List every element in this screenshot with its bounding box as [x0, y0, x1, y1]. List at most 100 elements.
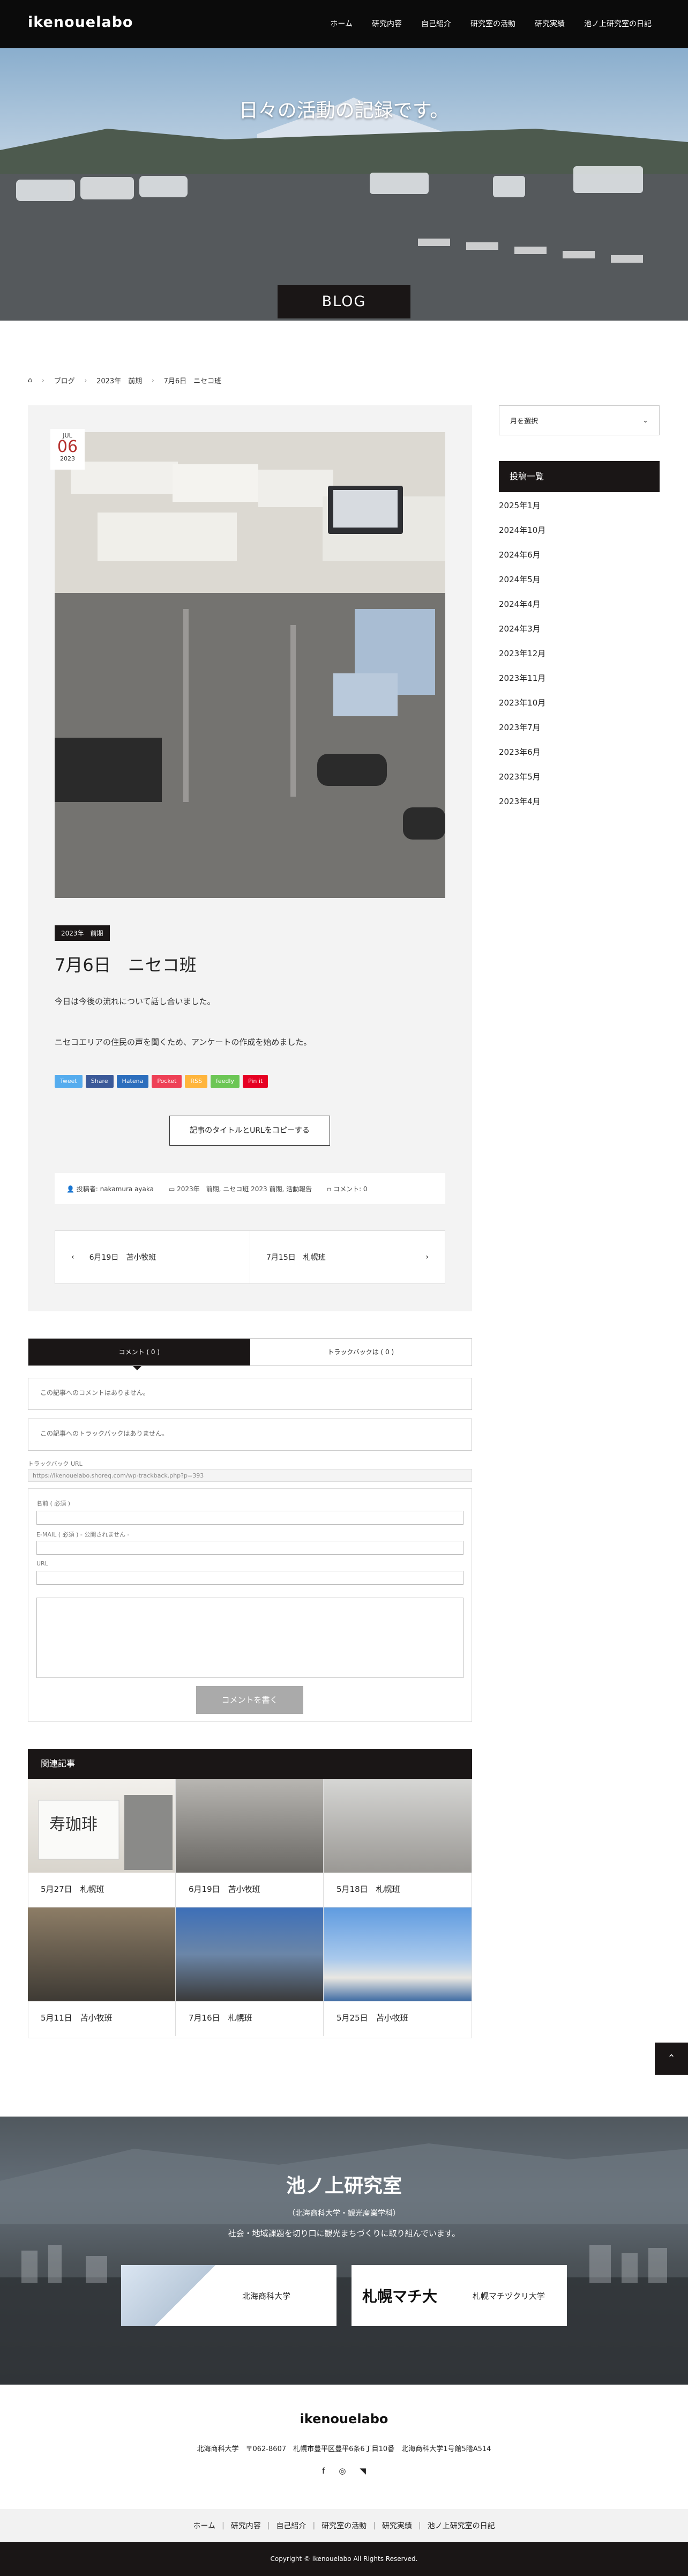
submit-comment-button[interactable]: コメントを書く — [196, 1686, 303, 1714]
divider: | — [418, 2521, 421, 2530]
post-author-text: 投稿者: nakamura ayaka — [76, 1185, 154, 1193]
site-logo[interactable]: ikenouelabo — [28, 14, 133, 31]
share-facebook-button[interactable]: Share — [85, 1075, 114, 1088]
name-input[interactable] — [36, 1511, 463, 1525]
divider: | — [373, 2521, 376, 2530]
chevron-right-icon: › — [152, 377, 154, 384]
related-title: 5月27日 札幌班 — [41, 1884, 104, 1894]
related-card[interactable]: 5月25日 苫小牧班 — [324, 1907, 472, 2036]
share-hatena-button[interactable]: Hatena — [116, 1075, 149, 1088]
post-title: 7月6日 ニセコ班 — [55, 955, 197, 975]
email-input[interactable] — [36, 1541, 463, 1555]
footer-nav-achievements[interactable]: 研究実績 — [382, 2520, 412, 2531]
archive-item[interactable]: 2023年4月 — [499, 796, 545, 820]
instagram-icon[interactable]: ◎ — [339, 2466, 346, 2476]
archive-heading: 投稿一覧 — [499, 461, 660, 492]
share-rss-button[interactable]: RSS — [185, 1075, 207, 1088]
trackback-url-label: トラックバック URL — [28, 1460, 83, 1467]
tab-comments[interactable]: コメント ( 0 ) — [28, 1339, 250, 1365]
post-category-tag[interactable]: 2023年 前期 — [55, 925, 110, 941]
share-pocket-button[interactable]: Pocket — [152, 1075, 182, 1088]
global-nav: ホーム 研究内容 自己紹介 研究室の活動 研究実績 池ノ上研究室の日記 — [330, 18, 652, 29]
archive-item[interactable]: 2023年6月 — [499, 746, 545, 771]
archive-item[interactable]: 2023年7月 — [499, 722, 545, 746]
url-input[interactable] — [36, 1571, 463, 1585]
tab-pointer — [133, 1366, 141, 1370]
post-categories-text[interactable]: 2023年 前期, ニセコ班 2023 前期, 活動報告 — [177, 1185, 312, 1193]
next-post-title: 7月15日 札幌班 — [266, 1253, 326, 1262]
hero-tagline: 日々の活動の記録です。 — [238, 100, 450, 122]
chevron-right-icon: › — [84, 377, 87, 384]
share-twitter-button[interactable]: Tweet — [55, 1075, 83, 1088]
footer-nav-research[interactable]: 研究内容 — [231, 2520, 261, 2531]
breadcrumb: ⌂ › ブログ › 2023年 前期 › 7月6日 ニセコ班 — [28, 375, 221, 385]
footer-nav-home[interactable]: ホーム — [193, 2520, 215, 2531]
chevron-right-icon: › — [425, 1253, 429, 1261]
folder-icon: ▭ — [168, 1185, 177, 1193]
post-date-year: 2023 — [60, 455, 75, 462]
related-card[interactable]: 7月16日 札幌班 — [176, 1907, 324, 2036]
related-title: 5月18日 札幌班 — [336, 1884, 400, 1894]
archive-item[interactable]: 2024年4月 — [499, 598, 545, 623]
archive-item[interactable]: 2023年10月 — [499, 697, 545, 722]
related-card[interactable]: 6月19日 苫小牧班 — [176, 1779, 324, 1907]
nav-research[interactable]: 研究内容 — [372, 18, 402, 29]
next-post-link[interactable]: 7月15日 札幌班 › — [250, 1231, 445, 1283]
lab-banner — [0, 2117, 688, 2385]
related-title: 6月19日 苫小牧班 — [189, 1884, 260, 1894]
archive-item[interactable]: 2024年10月 — [499, 524, 545, 549]
rss-icon[interactable]: ◥ — [360, 2466, 366, 2476]
no-comments-box: この記事へのコメントはありません。 — [28, 1378, 472, 1410]
machidai-logo-text: 札幌マチ大 — [362, 2288, 437, 2305]
related-card[interactable]: 5月11日 苫小牧班 — [28, 1907, 176, 2036]
footer-nav-diary[interactable]: 池ノ上研究室の日記 — [428, 2520, 495, 2531]
facebook-icon[interactable]: f — [322, 2466, 325, 2476]
archive-item[interactable]: 2024年6月 — [499, 549, 545, 574]
nav-profile[interactable]: 自己紹介 — [421, 18, 451, 29]
share-buttons: Tweet Share Hatena Pocket RSS feedly Pin… — [55, 1075, 268, 1088]
archive-item[interactable]: 2023年11月 — [499, 672, 545, 697]
related-heading: 関連記事 — [28, 1749, 472, 1779]
nav-home[interactable]: ホーム — [330, 18, 353, 29]
footer-nav-profile[interactable]: 自己紹介 — [276, 2520, 306, 2531]
comment-tabs: コメント ( 0 ) トラックバックは ( 0 ) — [28, 1338, 472, 1366]
breadcrumb-blog[interactable]: ブログ — [54, 375, 75, 385]
post-comment-count: ▫ コメント: 0 — [327, 1184, 367, 1193]
related-title: 7月16日 札幌班 — [189, 2013, 252, 2023]
archive-item[interactable]: 2024年3月 — [499, 623, 545, 648]
breadcrumb-category[interactable]: 2023年 前期 — [96, 375, 142, 385]
prev-post-link[interactable]: ‹ 6月19日 苫小牧班 — [55, 1231, 250, 1283]
archive-month-select[interactable]: 月を選択 ⌄ — [499, 405, 660, 435]
link-label: 北海商科大学 — [242, 2291, 291, 2301]
url-label: URL — [36, 1560, 48, 1567]
post-categories: ▭ 2023年 前期, ニセコ班 2023 前期, 活動報告 — [169, 1184, 312, 1193]
tab-trackbacks[interactable]: トラックバックは ( 0 ) — [250, 1339, 472, 1365]
trackback-url-field[interactable]: https://ikenouelabo.shoreq.com/wp-trackb… — [28, 1469, 472, 1482]
building-thumb — [121, 2265, 218, 2326]
share-feedly-button[interactable]: feedly — [211, 1075, 240, 1088]
footer-logo[interactable]: ikenouelabo — [0, 2411, 688, 2426]
nav-activities[interactable]: 研究室の活動 — [470, 18, 515, 29]
nav-achievements[interactable]: 研究実績 — [535, 18, 565, 29]
archive-item[interactable]: 2024年5月 — [499, 574, 545, 598]
related-card[interactable]: 寿珈琲 5月27日 札幌班 — [28, 1779, 176, 1907]
post-comment-count-text: コメント: 0 — [333, 1185, 368, 1193]
name-label: 名前 ( 必須 ) — [36, 1500, 71, 1507]
archive-item[interactable]: 2023年5月 — [499, 771, 545, 796]
footer-nav-activities[interactable]: 研究室の活動 — [321, 2520, 367, 2531]
related-card[interactable]: 5月18日 札幌班 — [324, 1779, 472, 1907]
divider: | — [267, 2521, 270, 2530]
comment-textarea[interactable] — [36, 1598, 463, 1678]
comment-icon: ▫ — [327, 1185, 334, 1193]
nav-diary[interactable]: 池ノ上研究室の日記 — [584, 18, 652, 29]
share-pinterest-button[interactable]: Pin it — [242, 1075, 268, 1088]
link-hokkai-shoka[interactable]: 北海商科大学 — [121, 2265, 336, 2326]
home-icon[interactable]: ⌂ — [28, 376, 32, 384]
archive-item[interactable]: 2023年12月 — [499, 648, 545, 672]
page-top-button[interactable]: ⌃ — [655, 2043, 688, 2075]
link-machizukuri[interactable]: 札幌マチ大 札幌マチヅクリ大学 — [352, 2265, 567, 2326]
archive-item[interactable]: 2025年1月 — [499, 500, 545, 524]
copyright: Copyright © ikenouelabo All Rights Reser… — [0, 2542, 688, 2576]
copy-title-url-button[interactable]: 記事のタイトルとURLをコピーする — [169, 1116, 330, 1146]
machidai-logo: 札幌マチ大 — [352, 2265, 448, 2326]
